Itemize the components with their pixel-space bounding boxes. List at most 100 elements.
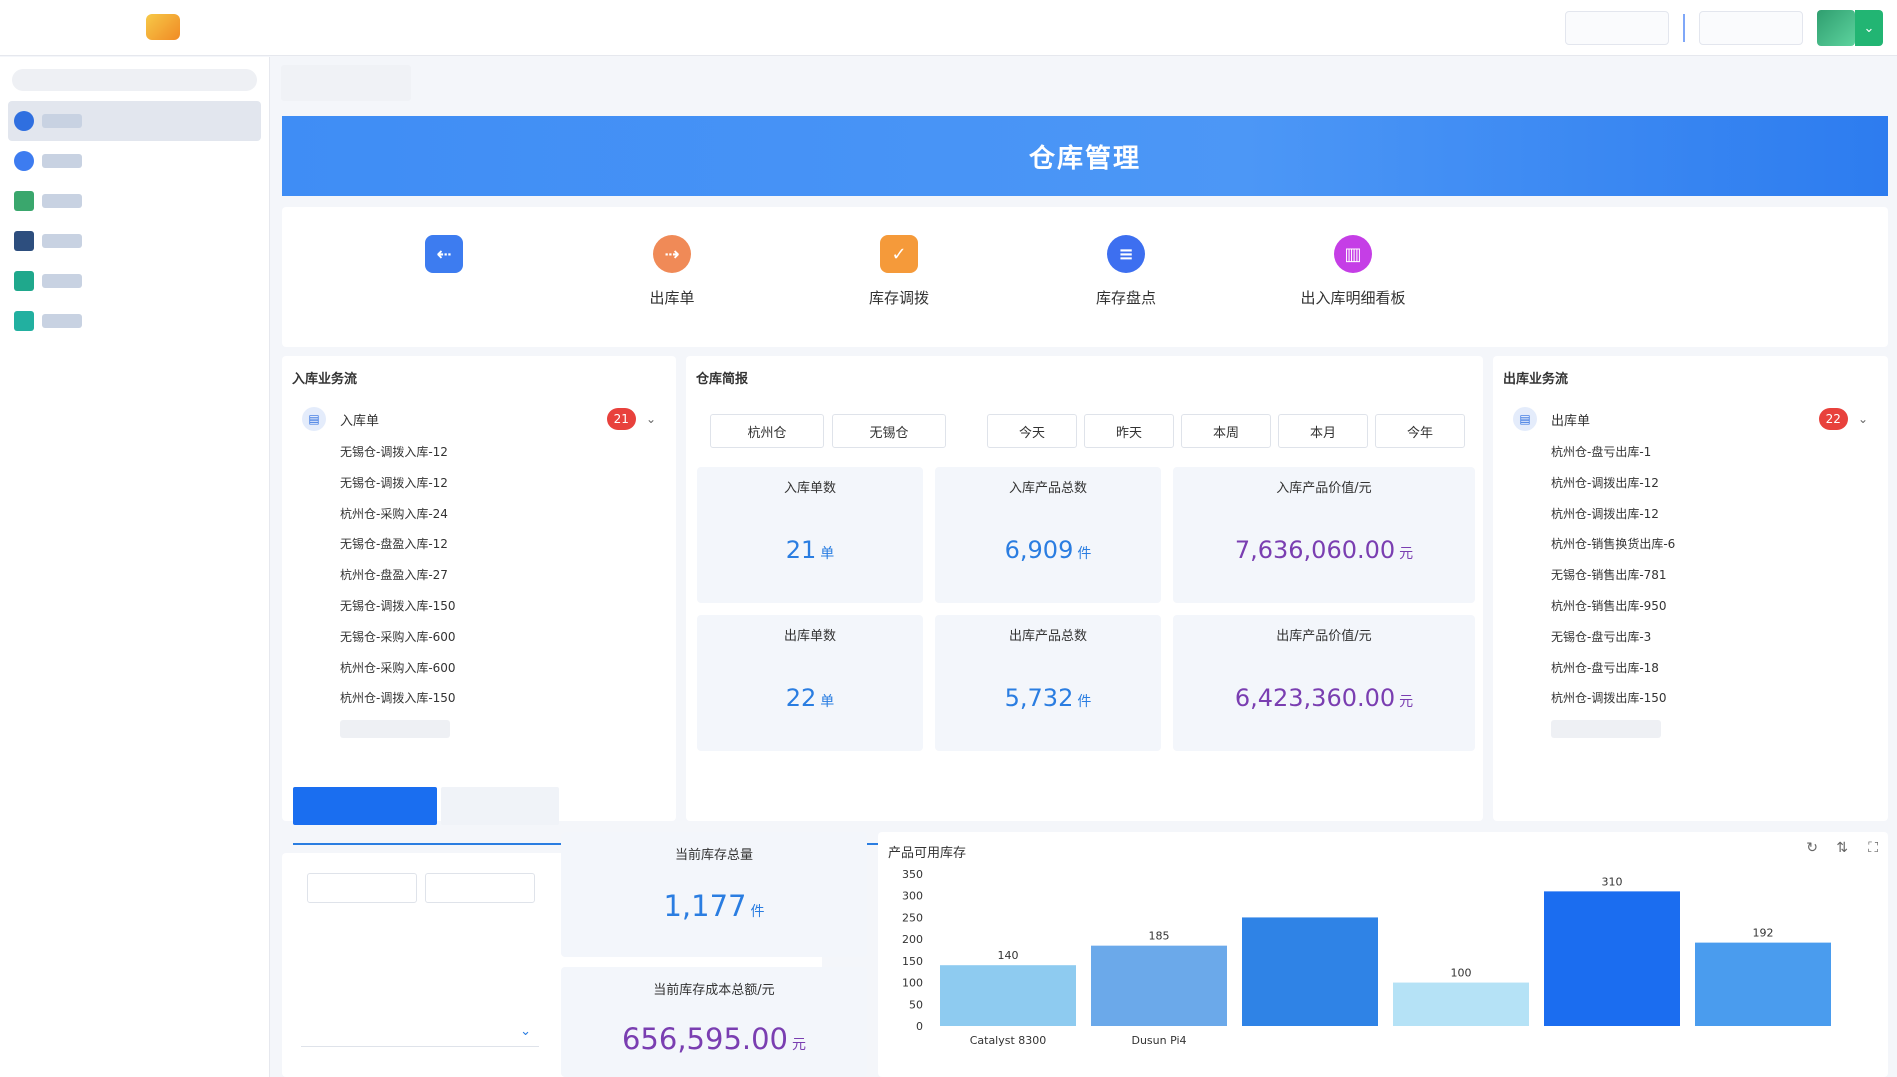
inbound-doc-name: 入库单 — [340, 413, 380, 429]
y-tick-label: 300 — [902, 890, 923, 903]
stat-value: 6,423,360.00 元 — [1234, 684, 1414, 712]
bar-value-label: 192 — [1753, 927, 1774, 940]
tab-2[interactable] — [441, 787, 559, 825]
list-item[interactable]: 杭州仓-销售换货出库-6 — [1551, 535, 1675, 566]
quick-link-dashboard[interactable]: ▥ 出入库明细看板 — [1273, 235, 1433, 307]
list-item[interactable]: 无锡仓-调拨入库-12 — [340, 443, 456, 474]
sidebar-item-6[interactable] — [8, 301, 261, 341]
list-item[interactable]: 无锡仓-盘亏出库-3 — [1551, 628, 1675, 659]
sidebar-item-3[interactable] — [8, 181, 261, 221]
list-item[interactable]: 杭州仓-销售出库-950 — [1551, 597, 1675, 628]
list-item[interactable]: 杭州仓-盘亏出库-1 — [1551, 443, 1675, 474]
list-item[interactable]: 无锡仓-销售出库-781 — [1551, 566, 1675, 597]
quick-link-label: 出库单 — [649, 289, 695, 307]
chevron-down-icon[interactable]: ⌄ — [1858, 412, 1868, 426]
quick-link-label — [364, 287, 524, 307]
quick-link-transfer[interactable]: ✓ 库存调拨 — [819, 235, 979, 307]
outbound-doc-row[interactable]: ▤ 出库单 22 ⌄ — [1513, 406, 1868, 432]
filter-warehouse-wuxi[interactable]: 无锡仓 — [832, 414, 946, 448]
kpi-inventory-cost: 当前库存成本总额/元 656,595.00 元 — [561, 967, 867, 1077]
list-item[interactable]: 杭州仓-盘亏出库-18 — [1551, 659, 1675, 690]
stat-value: 5,732 件 — [1004, 684, 1092, 712]
list-item[interactable]: 杭州仓-调拨入库-150 — [340, 689, 456, 720]
list-item[interactable]: 杭州仓-调拨出库-12 — [1551, 505, 1675, 536]
filter-period-yesterday[interactable]: 昨天 — [1084, 414, 1174, 448]
list-item-more[interactable] — [1551, 720, 1675, 751]
filter-input-2[interactable] — [425, 873, 535, 903]
list-item[interactable]: 杭州仓-采购入库-24 — [340, 505, 456, 536]
top-action-button-2[interactable] — [1699, 11, 1803, 45]
breadcrumb[interactable] — [281, 65, 411, 101]
filter-warehouse-hangzhou[interactable]: 杭州仓 — [710, 414, 824, 448]
filter-period-year[interactable]: 今年 — [1375, 414, 1465, 448]
refresh-icon[interactable]: ↻ — [1806, 840, 1818, 856]
menu-icon — [14, 271, 34, 291]
bar-value-label: 185 — [1149, 930, 1170, 943]
chart-bar[interactable] — [1393, 982, 1529, 1026]
chevron-down-icon[interactable]: ⌄ — [646, 412, 656, 426]
quick-link-label: 出入库明细看板 — [1300, 289, 1406, 307]
list-item[interactable]: 无锡仓-调拨入库-12 — [340, 474, 456, 505]
avatar[interactable] — [1817, 10, 1855, 46]
sidebar-search[interactable] — [12, 69, 257, 91]
chevron-down-icon: ⌄ — [520, 1024, 531, 1039]
page-banner: 仓库管理 — [282, 116, 1888, 196]
filter-period-month[interactable]: 本月 — [1278, 414, 1368, 448]
sidebar-item-home[interactable] — [8, 101, 261, 141]
list-item[interactable]: 无锡仓-调拨入库-150 — [340, 597, 456, 628]
list-item[interactable]: 无锡仓-采购入库-600 — [340, 628, 456, 659]
fullscreen-icon[interactable]: ⛶ — [1868, 840, 1878, 856]
list-item[interactable]: 杭州仓-盘盈入库-27 — [340, 566, 456, 597]
filter-period-week[interactable]: 本周 — [1181, 414, 1271, 448]
kpi-value: 656,595.00 元 — [621, 1022, 807, 1056]
quick-links: ⇠ ⇢ 出库单 ✓ 库存调拨 ≡ 库存盘点 ▥ 出入库明细看板 — [282, 207, 1888, 347]
list-item-more[interactable] — [340, 720, 456, 751]
transfer-icon: ✓ — [880, 235, 918, 273]
inbound-list: 无锡仓-调拨入库-12 无锡仓-调拨入库-12 杭州仓-采购入库-24 无锡仓-… — [340, 443, 456, 751]
outbound-flow-panel: 出库业务流 ▤ 出库单 22 ⌄ 杭州仓-盘亏出库-1 杭州仓-调拨出库-12 … — [1493, 356, 1888, 821]
quick-link-outbound[interactable]: ⇢ 出库单 — [592, 235, 752, 307]
filter-input[interactable] — [307, 873, 417, 903]
chart-bar[interactable] — [1544, 891, 1680, 1026]
inventory-bar-chart: 0 50 100 150 200 250 300 350 140 Catalyst 8300 185… — [902, 868, 1831, 1047]
sort-icon[interactable]: ⇅ — [1836, 840, 1848, 856]
list-item[interactable]: 无锡仓-盘盈入库-12 — [340, 535, 456, 566]
top-action-button[interactable] — [1565, 11, 1669, 45]
sidebar-item-label — [42, 154, 82, 168]
x-tick-label: Catalyst 8300 — [970, 1034, 1047, 1047]
chart-bar[interactable] — [1091, 945, 1227, 1026]
list-item[interactable]: 杭州仓-采购入库-600 — [340, 659, 456, 690]
sidebar-item-label — [42, 314, 82, 328]
kpi-inventory-total: 当前库存总量 1,177 件 — [561, 832, 867, 957]
chart-bar[interactable] — [1242, 917, 1378, 1026]
chart-bar[interactable] — [940, 965, 1076, 1026]
quick-link-inbound[interactable]: ⇠ — [364, 235, 524, 307]
filter-period-today[interactable]: 今天 — [987, 414, 1077, 448]
tab-active[interactable] — [293, 787, 437, 825]
main-content: 仓库管理 ⇠ ⇢ 出库单 ✓ 库存调拨 ≡ 库存盘点 ▥ 出入库明细看板 入库业… — [271, 57, 1897, 1077]
home-icon — [14, 111, 34, 131]
stat-inbound-products: 入库产品总数 6,909 件 — [935, 467, 1161, 603]
app-logo[interactable] — [146, 14, 180, 40]
sidebar-item-docs[interactable] — [8, 141, 261, 181]
kpi-label: 当前库存成本总额/元 — [653, 983, 775, 998]
stat-inbound-value: 入库产品价值/元 7,636,060.00 元 — [1173, 467, 1475, 603]
chart-bar[interactable] — [1695, 942, 1831, 1026]
user-menu[interactable]: ⌄ — [1817, 10, 1883, 46]
filter-select[interactable]: ⌄ — [301, 1017, 539, 1047]
sidebar-item-4[interactable] — [8, 221, 261, 261]
inbound-icon: ⇠ — [425, 235, 463, 273]
sidebar-item-5[interactable] — [8, 261, 261, 301]
list-item[interactable]: 杭州仓-调拨出库-150 — [1551, 689, 1675, 720]
list-item[interactable]: 杭州仓-调拨出库-12 — [1551, 474, 1675, 505]
quick-link-stocktake[interactable]: ≡ 库存盘点 — [1046, 235, 1206, 307]
bar-value-label: 310 — [1602, 875, 1623, 888]
quick-link-label: 库存调拨 — [868, 289, 929, 307]
document-icon: ▤ — [1513, 407, 1537, 431]
sidebar-item-label — [42, 194, 82, 208]
chevron-down-icon[interactable]: ⌄ — [1855, 10, 1883, 46]
y-tick-label: 100 — [902, 977, 923, 990]
stat-value: 21 单 — [785, 536, 835, 564]
inbound-doc-row[interactable]: ▤ 入库单 21 ⌄ — [302, 406, 656, 432]
menu-icon — [14, 191, 34, 211]
